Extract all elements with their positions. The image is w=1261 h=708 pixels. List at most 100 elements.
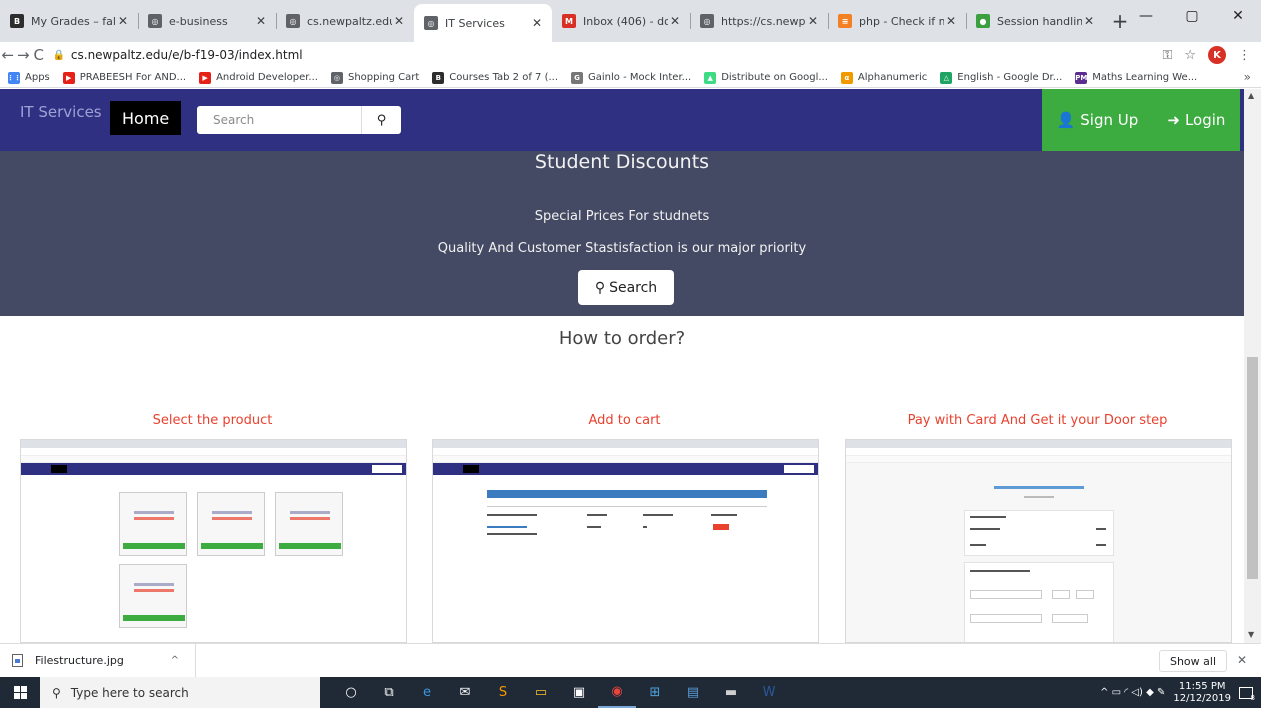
minimize-icon[interactable]: —: [1123, 0, 1169, 32]
task-view-icon[interactable]: ⧉: [370, 677, 408, 708]
tab-close-icon[interactable]: ✕: [944, 14, 958, 28]
terminal-icon[interactable]: ▬: [712, 677, 750, 708]
cortana-icon[interactable]: ○: [332, 677, 370, 708]
tray-icons[interactable]: ^ ▭ ◜ ◁) ◆ ✎: [1100, 687, 1165, 698]
tab-title: Session handling i: [997, 14, 1082, 28]
scroll-thumb[interactable]: [1247, 357, 1258, 579]
bookmark-item[interactable]: G Gainlo - Mock Inter...: [571, 71, 692, 84]
maximize-icon[interactable]: ▢: [1169, 0, 1215, 32]
key-icon[interactable]: ⚿: [1162, 48, 1172, 63]
browser-tab[interactable]: ◎ e-business ✕: [138, 4, 276, 38]
auth-buttons: 👤 Sign Up ➜ Login: [1042, 89, 1240, 151]
bookmark-favicon-icon: PM: [1075, 71, 1088, 84]
login-button[interactable]: ➜ Login: [1167, 111, 1225, 129]
lock-icon[interactable]: 🔒: [52, 50, 64, 61]
tab-close-icon[interactable]: ✕: [668, 14, 682, 28]
tab-title: cs.newpaltz.edu/~: [307, 14, 392, 28]
step-3-screenshot: [845, 439, 1232, 643]
scroll-up-icon[interactable]: ▲: [1248, 91, 1254, 100]
notifications-icon[interactable]: [1239, 686, 1255, 702]
scroll-down-icon[interactable]: ▼: [1248, 630, 1254, 639]
tab-favicon-icon: ◎: [424, 16, 438, 30]
bookmark-item[interactable]: ◎ Shopping Cart: [330, 71, 420, 84]
tab-title: e-business: [169, 14, 228, 28]
store-icon[interactable]: ▣: [560, 677, 598, 708]
bookmark-item[interactable]: ▲ Distribute on Googl...: [704, 71, 828, 84]
search-icon: ⚲: [376, 112, 387, 128]
bookmarks-bar: ⋮⋮ Apps ▶ PRABEESH For AND... ▶ Android Devel…: [0, 68, 1261, 88]
mail-icon[interactable]: ✉: [446, 677, 484, 708]
browser-tab[interactable]: ◎ https://cs.newpaltz✕: [690, 4, 828, 38]
site-brand[interactable]: IT Services: [20, 103, 102, 121]
back-icon[interactable]: ←: [0, 46, 15, 64]
bookmark-item[interactable]: α Alphanumeric: [840, 71, 927, 84]
signup-label: Sign Up: [1080, 111, 1139, 129]
sublime-icon[interactable]: S: [484, 677, 522, 708]
taskbar-search-placeholder: Type here to search: [70, 685, 189, 700]
media-icon[interactable]: ▤: [674, 677, 712, 708]
browser-tab[interactable]: ◎ IT Services ✕: [414, 4, 552, 42]
reload-icon[interactable]: C: [31, 46, 46, 64]
clock-date: 12/12/2019: [1173, 692, 1231, 704]
tab-close-icon[interactable]: ✕: [806, 14, 820, 28]
browser-menu-icon[interactable]: ⋮: [1238, 48, 1251, 63]
step-3-label: Pay with Card And Get it your Door step: [907, 413, 1168, 428]
nav-home-link[interactable]: Home: [110, 101, 182, 135]
bookmark-item[interactable]: ▶ PRABEESH For AND...: [62, 71, 187, 84]
address-bar[interactable]: 🔒 cs.newpaltz.edu/e/b-f19-03/index.html: [52, 43, 1162, 67]
site-search-button[interactable]: ⚲: [361, 106, 401, 134]
edge-icon[interactable]: e: [408, 677, 446, 708]
browser-tab[interactable]: ≡ php - Check if my✕: [828, 4, 966, 38]
page-scrollbar[interactable]: ▲ ▼: [1244, 89, 1261, 643]
bookmark-item[interactable]: B Courses Tab 2 of 7 (...: [432, 71, 559, 84]
tab-title: Inbox (406) - dont: [583, 14, 668, 28]
step-2-label: Add to cart: [588, 413, 661, 428]
browser-tab[interactable]: M Inbox (406) - dont✕: [552, 4, 690, 38]
chevron-up-icon[interactable]: ^: [171, 655, 179, 666]
download-item[interactable]: Filestructure.jpg ^: [0, 643, 196, 678]
tab-close-icon[interactable]: ✕: [254, 14, 268, 28]
tab-title: php - Check if my: [859, 14, 944, 28]
browser-tab[interactable]: ● Session handling i✕: [966, 4, 1104, 38]
browser-tab[interactable]: ◎ cs.newpaltz.edu/~✕: [276, 4, 414, 38]
site-search-input[interactable]: Search: [213, 113, 254, 127]
signup-button[interactable]: 👤 Sign Up: [1057, 111, 1139, 129]
bookmark-item[interactable]: ⋮⋮ Apps: [7, 71, 50, 84]
bookmark-item[interactable]: ▶ Android Developer...: [199, 71, 318, 84]
tab-close-icon[interactable]: ✕: [116, 14, 130, 28]
clock[interactable]: 11:55 PM 12/12/2019: [1173, 681, 1231, 705]
bookmark-label: English - Google Dr...: [957, 72, 1063, 83]
page-viewport: IT Services Home Search ⚲ 👤 Sign Up ➜ Lo…: [0, 89, 1261, 643]
bookmark-label: Android Developer...: [216, 72, 318, 83]
tab-favicon-icon: ◎: [700, 14, 714, 28]
network-app-icon[interactable]: ⊞: [636, 677, 674, 708]
bookmark-label: PRABEESH For AND...: [79, 72, 187, 83]
bookmark-label: Shopping Cart: [347, 72, 420, 83]
taskbar-search-box[interactable]: ⚲ Type here to search: [40, 677, 320, 708]
bookmarks-overflow-icon[interactable]: »: [1244, 70, 1251, 84]
tab-close-icon[interactable]: ✕: [530, 16, 544, 30]
hero-search-button[interactable]: ⚲ Search: [578, 270, 674, 305]
close-window-icon[interactable]: ✕: [1215, 0, 1261, 32]
bookmark-item[interactable]: PM Maths Learning We...: [1075, 71, 1197, 84]
tab-favicon-icon: B: [10, 14, 24, 28]
bookmark-favicon-icon: ▶: [62, 71, 75, 84]
bookmark-label: Courses Tab 2 of 7 (...: [449, 72, 559, 83]
tab-close-icon[interactable]: ✕: [392, 14, 406, 28]
bookmark-star-icon[interactable]: ☆: [1184, 48, 1196, 63]
file-explorer-icon[interactable]: ▭: [522, 677, 560, 708]
word-icon[interactable]: W: [750, 677, 788, 708]
show-all-button[interactable]: Show all: [1158, 650, 1227, 672]
url-text: cs.newpaltz.edu/e/b-f19-03/index.html: [70, 48, 303, 62]
bookmark-label: Apps: [25, 72, 50, 83]
tab-title: IT Services: [445, 16, 505, 30]
windows-start-icon[interactable]: [0, 677, 40, 708]
bookmark-item[interactable]: △ English - Google Dr...: [940, 71, 1063, 84]
forward-icon[interactable]: →: [15, 46, 30, 64]
browser-tab[interactable]: B My Grades – fall19✕: [0, 4, 138, 38]
profile-avatar[interactable]: K: [1208, 46, 1227, 64]
close-icon[interactable]: ✕: [1237, 653, 1247, 667]
bookmark-label: Gainlo - Mock Inter...: [588, 72, 692, 83]
chrome-icon[interactable]: ◉: [598, 677, 636, 708]
tab-close-icon[interactable]: ✕: [1082, 14, 1096, 28]
